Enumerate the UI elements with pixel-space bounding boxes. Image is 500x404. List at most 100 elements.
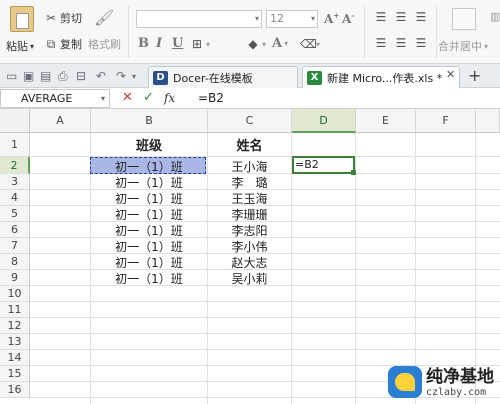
redo-icon[interactable]: ↷ xyxy=(116,69,126,83)
row-header-15[interactable]: 15 xyxy=(0,366,30,382)
quick-access-dropdown-icon[interactable]: ▾ xyxy=(132,72,136,81)
print-preview-icon[interactable]: ▤ xyxy=(40,69,51,83)
undo-icon[interactable]: ↶ xyxy=(96,69,106,83)
column-header-a[interactable]: A xyxy=(30,109,91,133)
format-painter-button[interactable]: 格式刷 xyxy=(88,36,121,52)
clear-format-button[interactable]: ⌫ ▾ xyxy=(300,37,320,51)
row-header-8[interactable]: 8 xyxy=(0,254,30,270)
new-tab-icon[interactable]: + xyxy=(468,66,481,85)
select-all-corner[interactable] xyxy=(0,109,30,133)
copy-icon: ⧉ xyxy=(46,37,56,51)
close-tab-icon[interactable]: ✕ xyxy=(446,68,455,81)
docer-icon: D xyxy=(153,70,168,85)
copy-button[interactable]: ⧉ 复制 xyxy=(44,36,82,52)
grow-font-button[interactable]: A+ xyxy=(324,11,339,26)
preview-icon[interactable]: ⊟ xyxy=(76,69,86,83)
cell-b8[interactable]: 初一（1）班 xyxy=(91,254,207,271)
column-header-b[interactable]: B xyxy=(91,109,208,133)
print-icon[interactable]: ⎙ xyxy=(58,69,68,84)
underline-button[interactable]: U xyxy=(172,36,183,51)
tab-workbook-label: 新建 Micro...作表.xls * xyxy=(327,71,443,85)
align-left-button[interactable]: ☰ xyxy=(374,36,388,50)
row-header-2[interactable]: 2 xyxy=(0,157,30,174)
tab-docer[interactable]: D Docer-在线模板 xyxy=(148,66,298,88)
column-header-f[interactable]: F xyxy=(416,109,476,133)
paste-label[interactable]: 粘贴 ▾ xyxy=(6,38,34,54)
font-size-combo[interactable]: 12 ▾ xyxy=(266,10,318,28)
tab-docer-label: Docer-在线模板 xyxy=(173,71,253,85)
row-header-5[interactable]: 5 xyxy=(0,206,30,222)
folder-icon[interactable]: ▭ xyxy=(6,69,17,83)
font-color-icon: A xyxy=(272,36,283,51)
confirm-icon[interactable]: ✓ xyxy=(143,90,154,106)
merge-cells-icon xyxy=(452,8,476,30)
cell-b2[interactable]: 初一（1）班 xyxy=(91,158,207,175)
bold-button[interactable]: B xyxy=(138,36,149,51)
cell-d2-editor[interactable]: =B2 xyxy=(295,158,319,171)
row-header-16[interactable]: 16 xyxy=(0,382,30,398)
row-header-10[interactable]: 10 xyxy=(0,286,30,302)
ribbon-toolbar: 粘贴 ▾ ✂ 剪切 ⧉ 复制 格式刷 🖌 ▾ 12 ▾ A+ A- B I U ⊞ ▾ ◆… xyxy=(0,0,500,64)
column-header-c[interactable]: C xyxy=(208,109,292,133)
cell-c4[interactable]: 王玉海 xyxy=(208,190,291,207)
column-header-g[interactable] xyxy=(476,109,500,133)
align-bottom-button[interactable]: ☰ xyxy=(414,10,428,24)
cell-c1[interactable]: 姓名 xyxy=(208,135,291,154)
excel-icon: X xyxy=(307,70,322,85)
cell-b4[interactable]: 初一（1）班 xyxy=(91,190,207,207)
border-icon: ⊞ xyxy=(191,37,203,51)
cell-c9[interactable]: 吴小莉 xyxy=(208,270,291,287)
cell-b9[interactable]: 初一（1）班 xyxy=(91,270,207,287)
cancel-icon[interactable]: ✕ xyxy=(122,90,133,106)
cell-b6[interactable]: 初一（1）班 xyxy=(91,222,207,239)
column-header-d[interactable]: D xyxy=(292,109,356,133)
cell-c6[interactable]: 李志阳 xyxy=(208,222,291,239)
row-header-3[interactable]: 3 xyxy=(0,174,30,190)
align-top-button[interactable]: ☰ xyxy=(374,10,388,24)
brand-logo-icon xyxy=(388,366,422,398)
cell-c5[interactable]: 李珊珊 xyxy=(208,206,291,223)
align-center-icon: ☰ xyxy=(395,36,407,50)
function-icon[interactable]: fx xyxy=(164,90,175,106)
row-header-4[interactable]: 4 xyxy=(0,190,30,206)
row-header-14[interactable]: 14 xyxy=(0,350,30,366)
cell-c3[interactable]: 李 璐 xyxy=(208,174,291,191)
align-left-icon: ☰ xyxy=(375,36,387,50)
cell-c7[interactable]: 李小伟 xyxy=(208,238,291,255)
align-middle-icon: ☰ xyxy=(395,10,407,24)
row-header-12[interactable]: 12 xyxy=(0,318,30,334)
chevron-down-icon[interactable]: ▾ xyxy=(101,90,105,107)
row-header-11[interactable]: 11 xyxy=(0,302,30,318)
fill-color-button[interactable]: ◆ ▾ xyxy=(246,37,266,51)
column-header-e[interactable]: E xyxy=(356,109,416,133)
cell-b3[interactable]: 初一（1）班 xyxy=(91,174,207,191)
row-header-13[interactable]: 13 xyxy=(0,334,30,350)
formula-input[interactable]: =B2 xyxy=(198,91,224,105)
cell-c8[interactable]: 赵大志 xyxy=(208,254,291,271)
wrap-text-icon: ▥ xyxy=(490,10,500,23)
row-header-7[interactable]: 7 xyxy=(0,238,30,254)
tab-workbook[interactable]: X 新建 Micro...作表.xls * xyxy=(302,66,460,88)
border-button[interactable]: ⊞ ▾ xyxy=(190,37,210,51)
name-box[interactable]: AVERAGE ▾ xyxy=(0,89,110,108)
cut-button[interactable]: ✂ 剪切 xyxy=(44,10,82,26)
italic-button[interactable]: I xyxy=(156,36,162,51)
paste-button[interactable] xyxy=(8,6,36,32)
watermark-url: czlaby.com xyxy=(426,386,487,398)
align-center-button[interactable]: ☰ xyxy=(394,36,408,50)
cell-b7[interactable]: 初一（1）班 xyxy=(91,238,207,255)
row-header-6[interactable]: 6 xyxy=(0,222,30,238)
row-header-1[interactable]: 1 xyxy=(0,133,30,157)
shrink-font-button[interactable]: A- xyxy=(342,11,354,26)
align-middle-button[interactable]: ☰ xyxy=(394,10,408,24)
align-right-button[interactable]: ☰ xyxy=(414,36,428,50)
fill-handle[interactable] xyxy=(351,170,356,175)
save-icon[interactable]: ▣ xyxy=(23,69,34,83)
cell-b1[interactable]: 班级 xyxy=(91,135,207,154)
font-name-combo[interactable]: ▾ xyxy=(136,10,262,28)
row-header-9[interactable]: 9 xyxy=(0,270,30,286)
cell-c2[interactable]: 王小海 xyxy=(208,158,291,175)
merge-center-button[interactable]: 合并居中 ▾ xyxy=(438,38,488,54)
cell-b5[interactable]: 初一（1）班 xyxy=(91,206,207,223)
font-color-button[interactable]: A ▾ xyxy=(272,36,288,51)
